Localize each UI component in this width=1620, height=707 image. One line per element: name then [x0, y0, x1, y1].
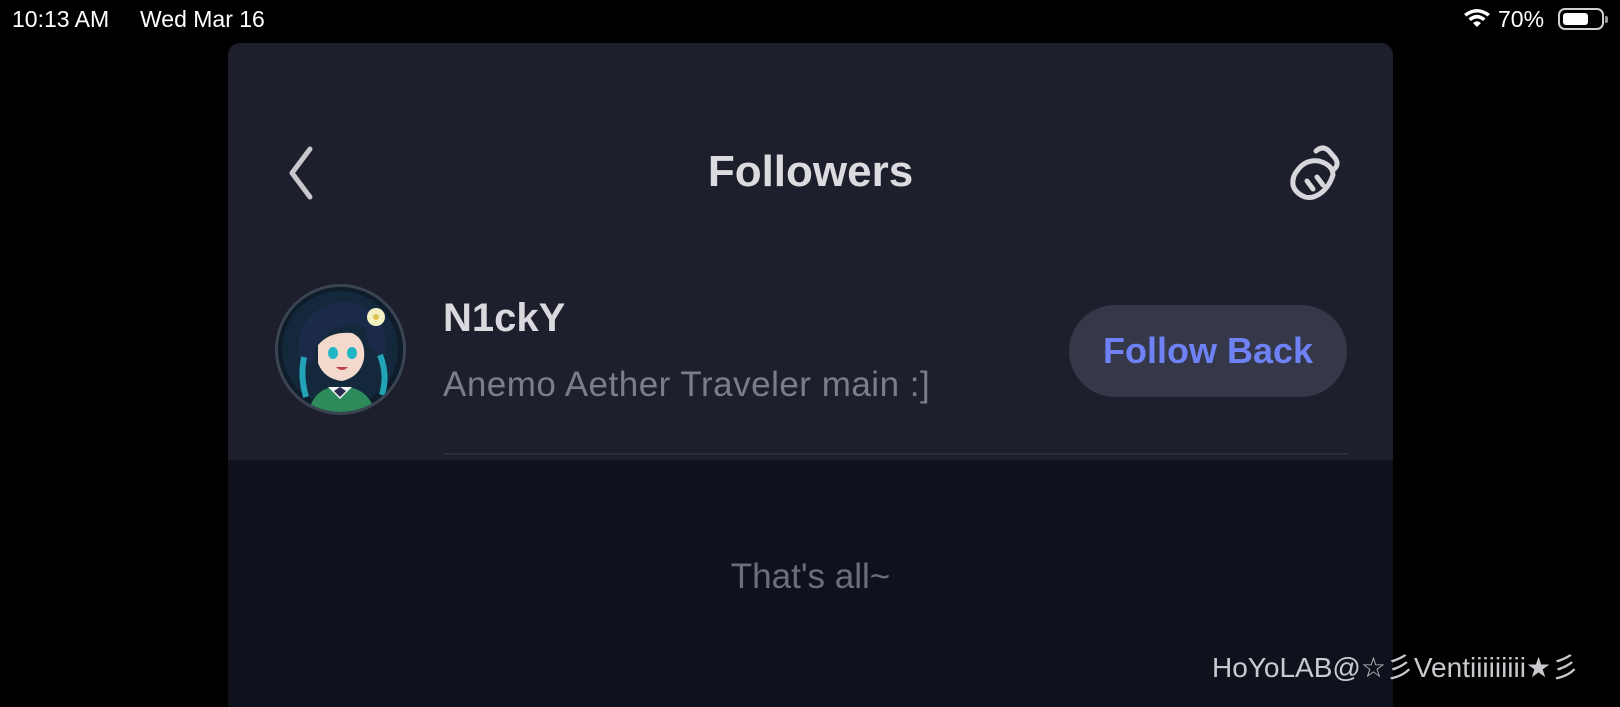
status-date: Wed Mar 16	[140, 6, 265, 32]
row-divider	[443, 453, 1348, 455]
followers-panel: Followers N1ckY Anemo Aether Traveler ma…	[228, 43, 1393, 707]
end-of-list-text: That's all~	[730, 557, 891, 596]
broom-icon[interactable]	[1283, 141, 1347, 205]
avatar[interactable]	[275, 284, 406, 415]
battery-icon	[1558, 8, 1608, 30]
avatar-image	[278, 287, 403, 412]
follow-back-button[interactable]: Follow Back	[1069, 305, 1347, 397]
watermark: HoYoLAB@☆彡Ventiiiiiiiii★彡	[1212, 652, 1580, 683]
status-time: 10:13 AM	[12, 6, 110, 32]
battery-nub	[1605, 16, 1608, 23]
status-bar: 10:13 AM Wed Mar 16 70%	[0, 0, 1620, 40]
battery-percent: 70%	[1498, 6, 1545, 32]
battery-fill	[1563, 13, 1588, 25]
wifi-icon	[1464, 9, 1490, 27]
page-title: Followers	[707, 147, 914, 196]
follower-bio: Anemo Aether Traveler main :]	[443, 365, 931, 404]
follower-name[interactable]: N1ckY	[443, 296, 565, 341]
